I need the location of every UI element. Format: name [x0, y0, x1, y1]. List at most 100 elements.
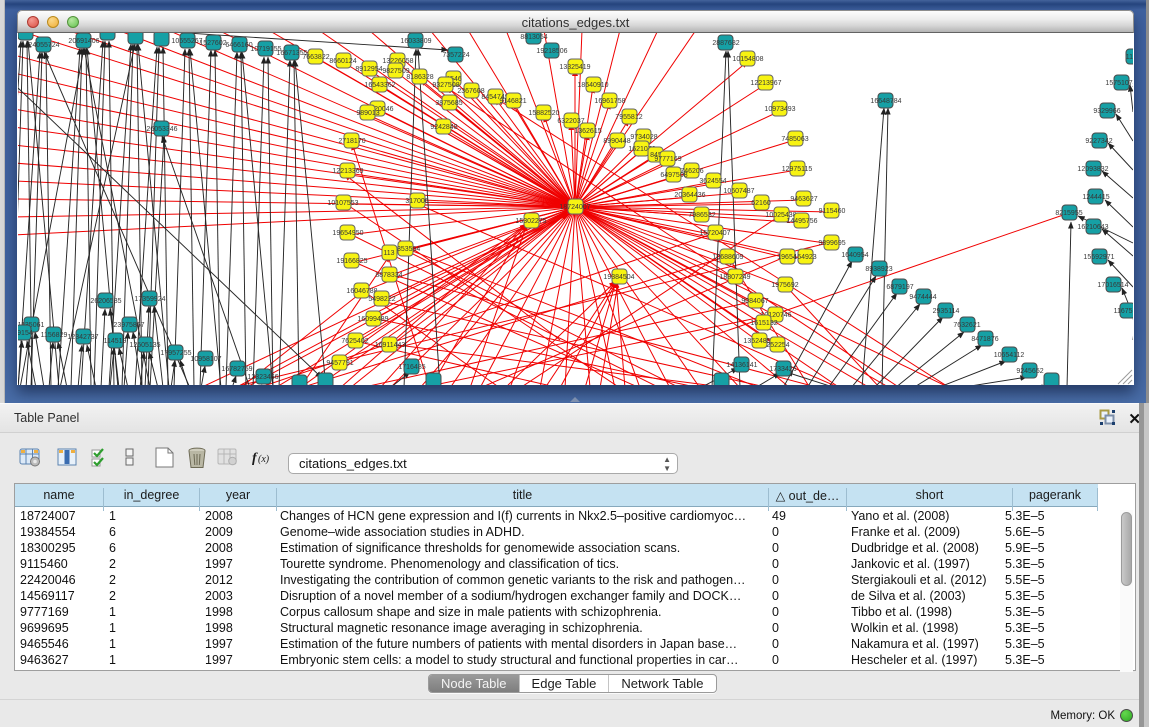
svg-text:10654112: 10654112 [994, 352, 1025, 359]
svg-text:10973493: 10973493 [764, 106, 795, 113]
svg-text:9245652: 9245652 [1016, 368, 1043, 375]
svg-text:20691406: 20691406 [68, 38, 99, 45]
svg-text:1244415: 1244415 [1082, 194, 1109, 201]
svg-text:5498222: 5498222 [368, 296, 395, 303]
svg-text:8938923: 8938923 [865, 266, 892, 273]
svg-text:8912954: 8912954 [355, 66, 382, 73]
svg-text:12213967: 12213967 [750, 80, 781, 87]
svg-text:3624554: 3624554 [699, 178, 726, 185]
svg-text:12213369: 12213369 [332, 168, 363, 175]
svg-text:14136141: 14136141 [726, 362, 757, 369]
svg-text:9329966: 9329966 [1093, 108, 1120, 115]
svg-text:9457791: 9457791 [326, 360, 353, 367]
svg-text:17359924: 17359924 [134, 296, 165, 303]
svg-text:26053346: 26053346 [146, 126, 177, 133]
svg-text:6879197: 6879197 [886, 284, 913, 291]
svg-text:16046788: 16046788 [346, 288, 377, 295]
svg-text:10688609: 10688609 [712, 254, 743, 261]
svg-text:10607487: 10607487 [723, 188, 754, 195]
svg-text:14495756: 14495756 [786, 218, 817, 225]
svg-text:1733426: 1733426 [769, 366, 796, 373]
svg-text:16911443: 16911443 [375, 342, 406, 349]
svg-text:9242848: 9242848 [430, 124, 457, 131]
svg-text:252254: 252254 [766, 342, 789, 349]
svg-text:19218506: 19218506 [536, 48, 567, 55]
svg-text:20364436: 20364436 [674, 192, 705, 199]
svg-text:9899695: 9899695 [818, 240, 845, 247]
svg-text:16099489: 16099489 [357, 316, 388, 323]
svg-text:16210643: 16210643 [1077, 224, 1108, 231]
svg-text:16543362: 16543362 [364, 82, 395, 89]
svg-text:17016514: 17016514 [1097, 282, 1128, 289]
svg-text:6466160: 6466160 [225, 42, 252, 49]
svg-text:39154: 39154 [18, 330, 33, 337]
svg-text:16648784: 16648784 [870, 98, 901, 105]
svg-text:1640954: 1640954 [841, 252, 868, 259]
svg-text:19384504: 19384504 [603, 274, 634, 281]
svg-text:12342737: 12342737 [67, 334, 98, 341]
svg-text:7986532: 7986532 [688, 212, 715, 219]
svg-text:1975692: 1975692 [771, 282, 798, 289]
svg-text:317006: 317006 [405, 198, 428, 205]
svg-text:8471876: 8471876 [971, 336, 998, 343]
svg-text:(x): (x) [258, 454, 270, 465]
svg-text:18640910: 18640910 [577, 82, 608, 89]
svg-text:164923: 164923 [793, 254, 816, 261]
svg-text:24055724: 24055724 [28, 42, 59, 49]
svg-text:15692971: 15692971 [1083, 254, 1114, 261]
svg-text:10154808: 10154808 [732, 56, 763, 63]
svg-text:9327508: 9327508 [432, 82, 459, 89]
svg-text:8186328: 8186328 [406, 74, 433, 81]
svg-text:18724007: 18724007 [559, 204, 590, 211]
svg-text:9777169: 9777169 [654, 156, 681, 163]
svg-text:1167533: 1167533 [1114, 308, 1133, 315]
svg-text:15751074: 15751074 [1105, 80, 1133, 87]
svg-text:1527602: 1527602 [199, 40, 226, 47]
svg-text:7625402: 7625402 [341, 338, 368, 345]
svg-text:9146821: 9146821 [499, 98, 526, 105]
svg-text:1112: 1112 [1126, 54, 1133, 61]
svg-text:18807249: 18807249 [719, 274, 750, 281]
svg-text:16033809: 16033809 [400, 38, 431, 45]
svg-text:15302275: 15302275 [515, 218, 546, 225]
svg-text:7955812: 7955812 [615, 114, 642, 121]
svg-text:15720407: 15720407 [699, 230, 730, 237]
svg-text:9084067: 9084067 [741, 298, 768, 305]
svg-text:12093832: 12093832 [1077, 166, 1108, 173]
svg-text:114519: 114519 [104, 338, 127, 345]
svg-text:8813054: 8813054 [520, 34, 547, 41]
svg-text:16671355: 16671355 [276, 50, 307, 57]
svg-text:16782759: 16782759 [221, 366, 252, 373]
svg-text:10655267: 10655267 [171, 38, 202, 45]
svg-text:23975867: 23975867 [113, 322, 144, 329]
svg-text:7632621: 7632621 [953, 322, 980, 329]
svg-text:989013: 989013 [356, 110, 379, 117]
svg-text:12505135: 12505135 [129, 342, 160, 349]
svg-text:8660124: 8660124 [329, 58, 356, 65]
svg-text:9463627: 9463627 [790, 196, 817, 203]
svg-text:8990448: 8990448 [603, 138, 630, 145]
svg-text:2935114: 2935114 [933, 308, 960, 315]
svg-text:7357224: 7357224 [442, 52, 469, 59]
svg-text:9734028: 9734028 [630, 134, 657, 141]
svg-text:7485063: 7485063 [781, 136, 808, 143]
svg-text:9227342: 9227342 [1085, 138, 1112, 145]
svg-text:2887682: 2887682 [712, 40, 739, 47]
svg-text:6497508: 6497508 [660, 172, 687, 179]
svg-text:2718170: 2718170 [338, 138, 365, 145]
svg-text:1615132: 1615132 [750, 320, 777, 327]
svg-text:12323466: 12323466 [247, 374, 278, 381]
svg-text:15882520: 15882520 [528, 110, 559, 117]
svg-text:1156829: 1156829 [41, 332, 68, 339]
svg-text:1362615: 1362615 [574, 128, 601, 135]
svg-text:19166825: 19166825 [336, 258, 367, 265]
svg-text:62160: 62160 [751, 200, 771, 207]
svg-text:19654950: 19654950 [332, 230, 363, 237]
svg-text:9115460: 9115460 [819, 208, 846, 215]
svg-text:17957255: 17957255 [160, 350, 191, 357]
svg-text:10958107: 10958107 [190, 356, 221, 363]
svg-text:10107553: 10107553 [327, 200, 358, 207]
svg-text:8215955: 8215955 [1055, 210, 1082, 217]
svg-text:16961758: 16961758 [594, 98, 625, 105]
svg-text:1716485: 1716485 [398, 364, 425, 371]
